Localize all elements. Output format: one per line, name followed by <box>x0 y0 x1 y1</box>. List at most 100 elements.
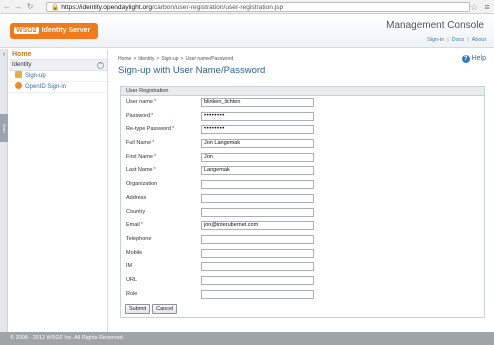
back-arrow-icon[interactable]: ← <box>2 2 12 12</box>
label-text: Telephone <box>126 235 152 242</box>
form-row-role: Role <box>121 288 484 302</box>
sidebar-item-label: Sign-up <box>25 73 46 79</box>
help-link[interactable]: ? Help <box>461 55 486 63</box>
sidebar-section-identity[interactable]: Identity ^ <box>9 60 107 71</box>
signup-icon <box>15 71 22 78</box>
role-label: Role <box>126 291 137 297</box>
form-row-full-name: Full Name* Jon Langemak <box>121 137 484 151</box>
telephone-field[interactable] <box>201 234 314 244</box>
address-label: Address <box>126 195 146 201</box>
breadcrumb-identity[interactable]: Identity <box>138 56 154 62</box>
main-tab[interactable]: Main <box>0 114 8 142</box>
url-label: URL <box>126 277 137 283</box>
email-field[interactable]: jon@interubernet.com <box>201 221 314 231</box>
footer: © 2008 - 2012 WSO2 Inc. All Rights Reser… <box>0 332 494 345</box>
page-title: Sign-up with User Name/Password <box>118 65 266 76</box>
form-row-address: Address <box>121 192 484 206</box>
password-label: Password* <box>126 113 153 119</box>
logo-brand: WSO2 <box>14 27 39 34</box>
form-buttons: Submit Cancel <box>125 304 179 314</box>
header-links: Sign-in | Docs | About <box>427 37 486 43</box>
re-type-password-field[interactable]: •••••••• <box>201 125 314 135</box>
breadcrumb-home[interactable]: Home <box>118 56 131 62</box>
user-registration-form: User Registration User name* blinken_lich… <box>120 86 485 318</box>
required-marker: * <box>152 140 155 147</box>
password-field[interactable]: •••••••• <box>201 111 314 121</box>
form-row-last-name: Last Name* Langemak <box>121 164 484 178</box>
docs-link[interactable]: Docs <box>452 37 465 43</box>
user-name-field[interactable]: blinken_lichten <box>201 98 314 107</box>
url-field[interactable] <box>201 275 314 285</box>
last-name-field[interactable]: Langemak <box>201 166 314 176</box>
required-marker: * <box>153 153 157 160</box>
im-label: IM <box>126 263 132 269</box>
about-link[interactable]: About <box>472 37 486 43</box>
form-rows: User name* blinken_lichten Password* ••••••… <box>121 96 484 301</box>
star-icon[interactable]: ☆ <box>469 2 479 12</box>
form-row-mobile: Mobile <box>121 247 484 261</box>
mobile-field[interactable] <box>201 248 314 258</box>
breadcrumb-signup[interactable]: Sign-up <box>161 56 178 62</box>
required-marker: * <box>171 126 175 133</box>
sidebar: Home Identity ^ Sign-up OpenID Sign-in <box>9 49 108 332</box>
form-row-re-type-password: Re-type Password* •••••••• <box>121 123 484 137</box>
full-name-label: Full Name* <box>126 140 154 146</box>
address-bar[interactable]: 🔒 https://identity.opendaylight.org/carbo… <box>46 2 470 12</box>
label-text: First Name <box>126 153 153 160</box>
country-field[interactable] <box>201 207 314 217</box>
label-text: Country <box>126 208 146 215</box>
separator: > <box>180 56 184 62</box>
required-marker: * <box>140 222 143 229</box>
re-type-password-label: Re-type Password* <box>126 126 174 132</box>
help-label: Help <box>471 55 486 62</box>
wso2-logo[interactable]: WSO2 Identity Server <box>10 23 98 39</box>
telephone-label: Telephone <box>126 236 151 242</box>
separator: | <box>447 37 449 43</box>
address-field[interactable] <box>201 193 314 203</box>
menu-icon[interactable]: ≡ <box>482 2 492 12</box>
organization-field[interactable] <box>201 180 314 190</box>
form-legend: User Registration <box>121 87 484 96</box>
email-label: Email* <box>126 222 143 228</box>
label-text: Re-type Password <box>126 126 171 133</box>
form-row-country: Country <box>121 206 484 220</box>
console-title: Management Console <box>386 20 484 31</box>
cancel-button[interactable]: Cancel <box>152 304 178 314</box>
browser-toolbar: ← → ↻ 🔒 https://identity.opendaylight.org… <box>0 0 494 14</box>
sidebar-item-signup[interactable]: Sign-up <box>9 71 107 82</box>
submit-button[interactable]: Submit <box>125 304 151 314</box>
role-field[interactable] <box>201 289 314 299</box>
form-row-password: Password* •••••••• <box>121 110 484 124</box>
main-content: Home > Identity > Sign-up > User name/Password… <box>109 49 494 332</box>
full-name-field[interactable]: Jon Langemak <box>201 139 314 149</box>
user-name-label: User name* <box>126 99 156 105</box>
form-row-im: IM <box>121 260 484 274</box>
organization-label: Organization <box>126 181 157 187</box>
mobile-label: Mobile <box>126 250 142 256</box>
sidebar-item-openid[interactable]: OpenID Sign-in <box>9 82 107 93</box>
app-header: WSO2 Identity Server Management Console S… <box>0 15 494 48</box>
signin-link[interactable]: Sign-in <box>427 37 444 43</box>
forward-arrow-icon[interactable]: → <box>13 2 23 12</box>
reload-icon[interactable]: ↻ <box>25 2 35 12</box>
form-row-url: URL <box>121 274 484 288</box>
form-row-first-name: First Name* Jon <box>121 151 484 165</box>
first-name-field[interactable]: Jon <box>201 152 314 162</box>
left-rail: ‹ Main <box>0 49 8 332</box>
sidebar-home[interactable]: Home <box>9 49 107 60</box>
openid-icon <box>15 82 22 89</box>
label-text: Last Name <box>126 167 153 174</box>
label-text: URL <box>126 276 138 283</box>
label-text: IM <box>126 263 133 270</box>
im-field[interactable] <box>201 262 314 272</box>
label-text: Full Name <box>126 140 152 147</box>
breadcrumb-current: User name/Password <box>185 56 234 62</box>
collapse-menu-icon[interactable]: ‹ <box>0 50 8 59</box>
help-icon: ? <box>461 55 470 63</box>
form-row-email: Email* jon@interubernet.com <box>121 219 484 233</box>
form-row-telephone: Telephone <box>121 233 484 247</box>
first-name-label: First Name* <box>126 154 156 160</box>
required-marker: * <box>153 99 157 105</box>
url-path: /carbon/user-registration/user-registrat… <box>152 4 284 11</box>
collapse-section-icon[interactable]: ^ <box>97 62 104 69</box>
